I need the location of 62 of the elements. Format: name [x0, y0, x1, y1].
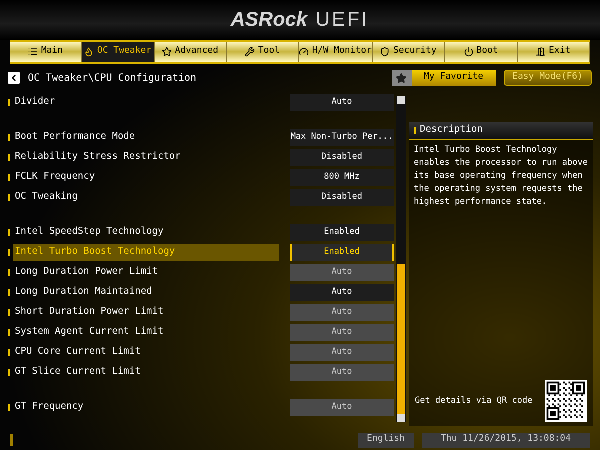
flame-icon — [84, 47, 94, 57]
status-marker-icon — [10, 434, 13, 446]
setting-value[interactable]: 800 MHz — [290, 168, 394, 186]
back-button[interactable] — [8, 72, 20, 84]
qr-code-icon — [545, 380, 587, 422]
item-marker-icon — [8, 194, 10, 200]
tab[interactable]: Tool — [227, 42, 300, 62]
setting-label[interactable]: Reliability Stress Restrictor — [13, 148, 279, 166]
setting-label[interactable]: Intel Turbo Boost Technology — [13, 244, 279, 260]
setting-value[interactable]: Auto — [290, 94, 394, 110]
logo: ASRock UEFI — [230, 8, 370, 33]
back-icon — [9, 73, 19, 83]
list-icon — [28, 47, 38, 57]
item-marker-icon — [8, 134, 10, 140]
setting-value[interactable]: Auto — [290, 284, 394, 300]
wrench-icon — [245, 47, 256, 57]
description-text: Intel Turbo Boost Technology enables the processor to run above its base operating frequency when the operating system requests the highest performance state. — [413, 144, 589, 209]
tab[interactable]: Boot — [445, 42, 518, 62]
shield-icon — [380, 47, 390, 57]
power-icon — [464, 47, 474, 57]
favorite-star-button[interactable] — [392, 70, 412, 86]
item-marker-icon — [8, 154, 10, 160]
setting-value[interactable]: Enabled — [290, 224, 394, 240]
tab[interactable]: Security — [372, 42, 446, 62]
qr-caption: Get details via QR code — [415, 394, 533, 408]
tab[interactable]: H/W Monitor — [299, 42, 373, 62]
scrollbar[interactable] — [396, 96, 406, 422]
item-marker-icon — [8, 268, 10, 276]
door-icon — [536, 47, 546, 57]
item-marker-icon — [8, 288, 10, 296]
setting-value[interactable]: Disabled — [290, 188, 394, 206]
setting-label[interactable]: OC Tweaking — [13, 188, 279, 206]
item-marker-icon — [414, 127, 416, 134]
description-title: Description — [420, 123, 483, 138]
my-favorite-button[interactable]: My Favorite — [412, 70, 496, 86]
item-marker-icon — [8, 308, 10, 316]
star-icon — [162, 47, 172, 57]
setting-value[interactable]: Disabled — [290, 148, 394, 166]
tab[interactable]: Advanced — [154, 42, 228, 62]
item-marker-icon — [8, 228, 10, 236]
datetime: Thu 11/26/2015, 13:08:04 — [422, 432, 590, 448]
tab[interactable]: Exit — [518, 42, 590, 62]
setting-label[interactable]: Intel SpeedStep Technology — [13, 224, 279, 240]
item-marker-icon — [8, 174, 10, 180]
item-marker-icon — [8, 348, 10, 356]
item-marker-icon — [8, 248, 10, 256]
star-icon — [396, 72, 408, 84]
setting-label[interactable]: Boot Performance Mode — [13, 128, 279, 146]
breadcrumb: OC Tweaker\CPU Configuration — [28, 72, 197, 86]
tab[interactable]: OC Tweaker — [82, 42, 155, 62]
scroll-thumb[interactable] — [397, 264, 405, 414]
setting-label[interactable]: FCLK Frequency — [13, 168, 279, 186]
item-marker-icon — [8, 98, 10, 106]
setting-value[interactable]: Max Non-Turbo Per... — [290, 128, 394, 146]
item-marker-icon — [8, 404, 10, 410]
item-marker-icon — [8, 328, 10, 336]
item-marker-icon — [8, 368, 10, 376]
setting-label[interactable]: Divider — [13, 94, 279, 110]
language-button[interactable]: English — [358, 432, 414, 448]
setting-label[interactable]: Long Duration Maintained — [13, 284, 279, 300]
gauge-icon — [299, 47, 310, 57]
setting-value[interactable]: Enabled — [290, 244, 394, 260]
